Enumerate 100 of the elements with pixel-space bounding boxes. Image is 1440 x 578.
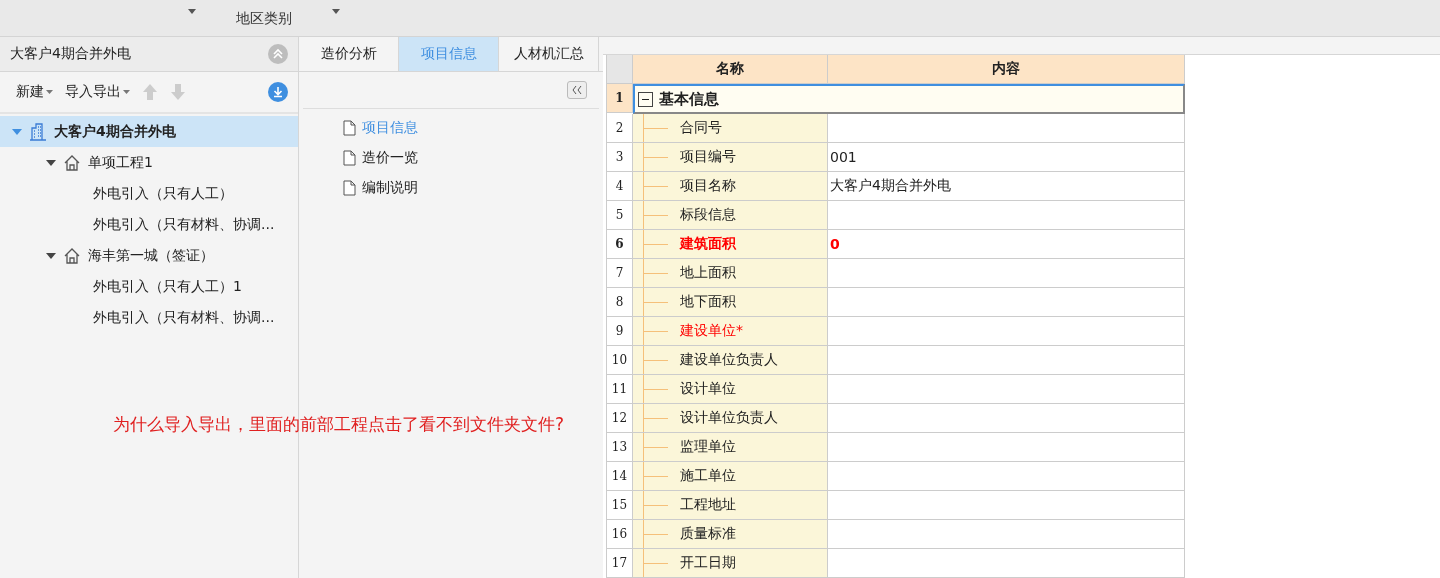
row-number: 9 xyxy=(607,317,633,346)
group-label: 基本信息 xyxy=(659,89,719,109)
collapse-icon[interactable] xyxy=(638,91,653,107)
tree-branch-line xyxy=(643,172,670,200)
table-cell: 开工日期 xyxy=(680,554,736,572)
table-cell[interactable] xyxy=(828,549,1185,578)
table-cell[interactable] xyxy=(828,114,1185,143)
tree-item[interactable]: 外电引入（只有人工） xyxy=(0,178,298,209)
nav-item[interactable]: 编制说明 xyxy=(299,173,418,203)
row-number: 7 xyxy=(607,259,633,288)
row-number: 5 xyxy=(607,201,633,230)
nav-item[interactable]: 造价一览 xyxy=(299,143,418,173)
table-cell[interactable] xyxy=(828,375,1185,404)
table-cell: 合同号 xyxy=(680,119,722,137)
tree-branch-line xyxy=(643,230,670,258)
row-number: 2 xyxy=(607,114,633,143)
tree-branch-line xyxy=(643,143,670,171)
collapse-up-icon[interactable] xyxy=(268,44,288,64)
download-icon[interactable] xyxy=(268,82,288,102)
table-cell: 监理单位 xyxy=(680,438,736,456)
table-cell[interactable]: 0 xyxy=(828,230,1185,259)
tree-branch-line xyxy=(643,433,670,461)
table-cell[interactable] xyxy=(828,520,1185,549)
column-header: 内容 xyxy=(828,55,1185,84)
document-icon xyxy=(343,120,356,136)
table-cell[interactable] xyxy=(828,317,1185,346)
tree-branch-line xyxy=(643,288,670,316)
table-cell[interactable] xyxy=(828,288,1185,317)
tree-branch-line xyxy=(643,404,670,432)
table-cell[interactable]: 001 xyxy=(828,143,1185,172)
table-cell[interactable] xyxy=(828,259,1185,288)
row-number: 17 xyxy=(607,549,633,578)
table-cell[interactable] xyxy=(828,346,1185,375)
collapse-left-button[interactable] xyxy=(567,81,587,99)
up-arrow-icon[interactable] xyxy=(142,83,158,101)
table-cell: 地上面积 xyxy=(680,264,736,282)
document-icon xyxy=(343,150,356,166)
table-cell[interactable] xyxy=(828,491,1185,520)
table-cell: 质量标准 xyxy=(680,525,736,543)
row-number: 10 xyxy=(607,346,633,375)
expanded-caret-icon[interactable] xyxy=(46,251,56,260)
dropdown-button[interactable]: 新建 xyxy=(16,83,53,101)
down-arrow-icon[interactable] xyxy=(170,83,186,101)
table-cell[interactable] xyxy=(828,201,1185,230)
caret-icon[interactable] xyxy=(188,9,196,14)
caret-icon[interactable] xyxy=(46,90,53,94)
tree-branch-line xyxy=(643,317,670,345)
tree-branch-line xyxy=(643,375,670,403)
tree-item[interactable]: 单项工程1 xyxy=(0,147,298,178)
table-cell: 标段信息 xyxy=(680,206,736,224)
table-cell: 施工单位 xyxy=(680,467,736,485)
building-icon xyxy=(28,121,48,142)
table-cell: 设计单位负责人 xyxy=(680,409,778,427)
row-number: 8 xyxy=(607,288,633,317)
row-number: 15 xyxy=(607,491,633,520)
annotation-text: 为什么导入导出，里面的前部工程点击了看不到文件夹文件? xyxy=(113,413,565,436)
tree-branch-line xyxy=(643,520,670,548)
tree-item[interactable]: 外电引入（只有人工）1 xyxy=(0,271,298,302)
tree-branch-line xyxy=(643,462,670,490)
tree-item[interactable]: 外电引入（只有材料、协调... xyxy=(0,302,298,333)
row-number: 16 xyxy=(607,520,633,549)
tree-branch-line xyxy=(643,549,670,577)
dropdown-button[interactable]: 导入导出 xyxy=(65,83,130,101)
table-cell[interactable] xyxy=(828,404,1185,433)
table-cell: 建设单位负责人 xyxy=(680,351,778,369)
row-number: 4 xyxy=(607,172,633,201)
expanded-caret-icon[interactable] xyxy=(46,158,56,167)
row-number: 14 xyxy=(607,462,633,491)
row-number: 3 xyxy=(607,143,633,172)
column-header: 名称 xyxy=(633,55,828,84)
row-number: 12 xyxy=(607,404,633,433)
group-cell[interactable]: 基本信息 xyxy=(633,84,1185,114)
toolbar-label[interactable]: 地区类别 xyxy=(236,10,292,36)
table-cell: 项目名称 xyxy=(680,177,736,195)
table-cell: 设计单位 xyxy=(680,380,736,398)
table-cell[interactable] xyxy=(828,433,1185,462)
caret-icon[interactable] xyxy=(123,90,130,94)
table-cell: 地下面积 xyxy=(680,293,736,311)
table-cell: 工程地址 xyxy=(680,496,736,514)
tree-branch-line xyxy=(643,491,670,519)
table-cell: 建筑面积 xyxy=(680,235,736,253)
row-number: 13 xyxy=(607,433,633,462)
tree-item[interactable]: 大客户4期合并外电 xyxy=(0,116,298,147)
table-cell[interactable]: 大客户4期合并外电 xyxy=(828,172,1185,201)
panel-title: 大客户4期合并外电 xyxy=(10,45,131,63)
tree-branch-line xyxy=(643,114,670,142)
table-cell[interactable] xyxy=(828,462,1185,491)
caret-icon[interactable] xyxy=(332,9,340,14)
row-number: 11 xyxy=(607,375,633,404)
document-icon xyxy=(343,180,356,196)
tree-item[interactable]: 海丰第一城（签证） xyxy=(0,240,298,271)
tree-item[interactable]: 外电引入（只有材料、协调... xyxy=(0,209,298,240)
tree-branch-line xyxy=(643,201,670,229)
table-cell: 建设单位* xyxy=(680,322,743,340)
tree-branch-line xyxy=(643,259,670,287)
double-chevron-left-icon[interactable] xyxy=(572,86,582,94)
table-cell: 项目编号 xyxy=(680,148,736,166)
row-number: 6 xyxy=(607,230,633,259)
row-number: 1 xyxy=(607,84,633,113)
tree-branch-line xyxy=(643,346,670,374)
